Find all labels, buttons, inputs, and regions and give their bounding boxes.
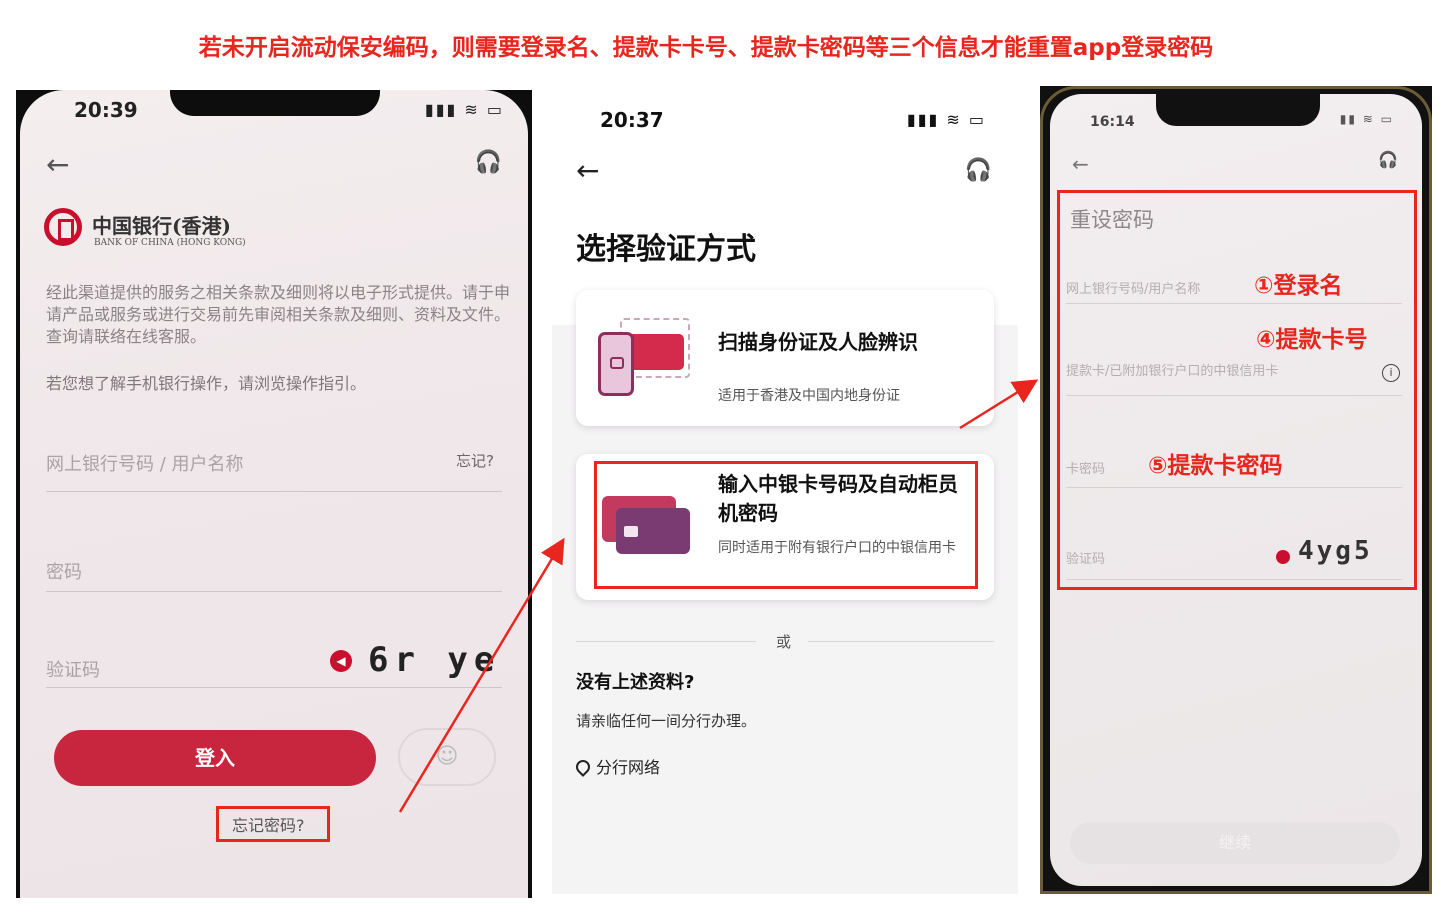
forgot-password-link[interactable]: 忘记密码?	[232, 812, 305, 836]
face-id-button[interactable]: ☺	[398, 728, 496, 786]
branch-network-link[interactable]: 分行网络	[573, 754, 661, 778]
back-arrow-icon[interactable]: ←	[576, 154, 599, 187]
password-field[interactable]: 密码	[46, 550, 502, 592]
branch-link-label: 分行网络	[596, 758, 661, 777]
instruction-banner: 若未开启流动保安编码，则需要登录名、提款卡卡号、提款卡密码等三个信息才能重置ap…	[198, 35, 1214, 61]
back-arrow-icon[interactable]: ←	[1072, 152, 1089, 176]
face-id-icon: ☺	[435, 744, 459, 769]
phone-notch	[170, 90, 380, 116]
logo-english-text: BANK OF CHINA (HONG KONG)	[94, 238, 246, 248]
guide-text[interactable]: 若您想了解手机银行操作，请浏览操作指引。	[46, 370, 366, 394]
annotation-card-pin: ⑤提款卡密码	[1148, 453, 1283, 479]
option-desc: 适用于香港及中国内地身份证	[718, 388, 900, 404]
or-separator: 或	[776, 633, 792, 651]
headset-icon[interactable]: 🎧	[1378, 150, 1398, 169]
captcha-image[interactable]: 6r ye	[368, 640, 500, 680]
screenshot-root: 若未开启流动保安编码，则需要登录名、提款卡卡号、提款卡密码等三个信息才能重置ap…	[0, 0, 1448, 914]
location-pin-icon	[573, 757, 593, 777]
no-info-desc: 请亲临任何一间分行办理。	[576, 712, 757, 730]
audio-captcha-icon[interactable]: ◀	[330, 650, 352, 672]
headset-icon[interactable]: 🎧	[965, 158, 992, 183]
password-placeholder: 密码	[46, 562, 82, 583]
highlight-atm-option	[594, 461, 978, 589]
status-time: 16:14	[1090, 114, 1135, 130]
status-icons: ▮▮▮ ≋ ▭	[906, 110, 986, 129]
login-screen: 20:39 ▮▮▮ ≋ ▭ ← 🎧 中国银行(香港) BANK OF CHINA…	[20, 90, 528, 898]
id-scan-illustration-icon	[598, 318, 690, 398]
annotation-card-number: ④提款卡号	[1256, 327, 1368, 353]
captcha-field[interactable]: 验证码 ◀ 6r ye	[46, 640, 502, 688]
highlight-reset-form	[1057, 190, 1417, 590]
captcha-placeholder: 验证码	[46, 660, 100, 681]
status-time: 20:39	[74, 98, 138, 122]
logo-chinese-text: 中国银行(香港)	[92, 214, 231, 238]
phone-login-screen: 20:39 ▮▮▮ ≋ ▭ ← 🎧 中国银行(香港) BANK OF CHINA…	[16, 90, 532, 898]
divider	[808, 641, 994, 642]
boc-logo-icon	[44, 208, 82, 246]
headset-icon[interactable]: 🎧	[475, 150, 502, 175]
status-time: 20:37	[600, 108, 664, 132]
login-button[interactable]: 登入	[54, 730, 376, 786]
phone-notch	[1156, 94, 1320, 126]
page-title: 选择验证方式	[576, 232, 756, 267]
back-arrow-icon[interactable]: ←	[46, 148, 69, 181]
continue-button[interactable]: 继续	[1070, 822, 1400, 864]
no-info-title: 没有上述资料?	[576, 672, 695, 693]
annotation-login-name: ①登录名	[1254, 273, 1343, 299]
option-title: 扫描身份证及人脸辨识	[718, 330, 918, 354]
terms-text: 经此渠道提供的服务之相关条款及细则将以电子形式提供。请于申请产品或服务或进行交易…	[46, 283, 511, 346]
option-id-face-scan[interactable]: 扫描身份证及人脸辨识 适用于香港及中国内地身份证	[576, 290, 994, 426]
forgot-username-link[interactable]: 忘记?	[456, 450, 494, 471]
username-field[interactable]: 网上银行号码 / 用户名称 忘记?	[46, 440, 502, 492]
username-placeholder: 网上银行号码 / 用户名称	[46, 454, 244, 475]
status-icons: ▮▮▮ ≋ ▭	[424, 100, 504, 119]
status-icons: ▮▮ ≋ ▭	[1339, 112, 1394, 126]
divider	[576, 641, 756, 642]
